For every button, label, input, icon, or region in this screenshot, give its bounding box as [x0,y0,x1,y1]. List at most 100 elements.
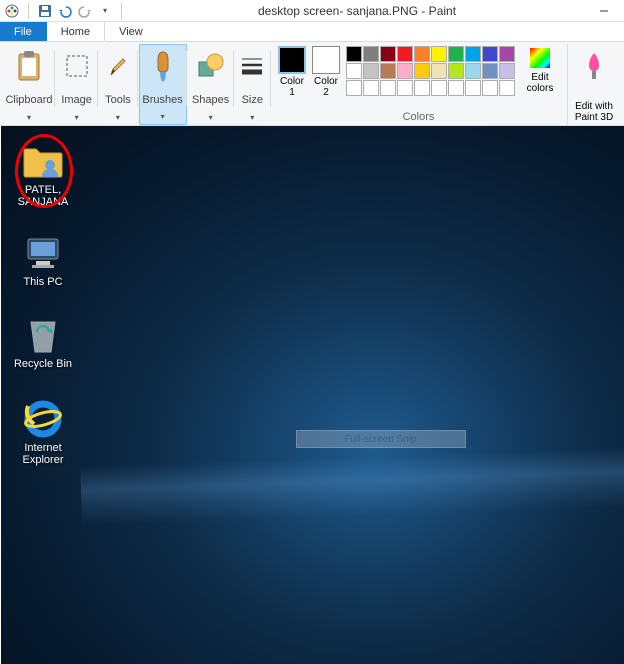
group-tools[interactable]: Tools ▾ [99,44,136,125]
group-image[interactable]: Image ▾ [56,44,97,125]
color-swatch[interactable] [346,63,362,79]
paint3d-label: Edit with Paint 3D [575,101,613,123]
rainbow-icon [528,46,552,70]
folder-user-icon [22,140,64,182]
chevron-down-icon: ▾ [144,112,182,122]
group-paint3d[interactable]: Edit with Paint 3D [567,44,620,125]
color-swatch[interactable] [363,63,379,79]
color-swatch[interactable] [363,80,379,96]
window-controls [584,0,624,22]
save-icon[interactable] [37,3,53,19]
color-swatch[interactable] [499,80,515,96]
color-swatch[interactable] [397,46,413,62]
snip-overlay: Full-screen Snip [296,430,466,448]
undo-icon[interactable] [57,3,73,19]
color-swatch[interactable] [346,80,362,96]
clipboard-icon [15,46,43,86]
computer-icon [22,232,64,274]
redo-icon[interactable] [77,3,93,19]
color-swatch[interactable] [380,46,396,62]
color-swatch[interactable] [482,63,498,79]
edit-colors-button[interactable]: Edit colors [521,46,559,94]
desktop-icon-label: This PC [5,276,81,288]
window-title: desktop screen- sanjana.PNG - Paint [130,4,584,18]
tools-label: Tools [105,92,131,108]
select-icon [64,46,90,86]
color-swatch[interactable] [414,46,430,62]
chevron-down-icon: ▾ [103,113,132,123]
desktop-icon-recycle-bin: Recycle Bin [5,314,81,370]
color-palette [346,46,515,96]
chevron-down-icon: ▾ [8,113,50,123]
title-bar: ▾ desktop screen- sanjana.PNG - Paint [0,0,624,22]
size-label: Size [242,92,263,108]
chevron-down-icon: ▾ [193,113,229,123]
color-swatch[interactable] [465,46,481,62]
color-swatch[interactable] [448,63,464,79]
color-swatch[interactable] [431,46,447,62]
color-swatch[interactable] [465,63,481,79]
color-swatch[interactable] [448,46,464,62]
brush-icon [148,47,178,87]
color1-label: Color 1 [280,74,304,98]
color-swatch[interactable] [397,63,413,79]
paint3d-icon [581,46,607,86]
desktop-image: PATEL, SANJANA This PC Recycle Bin Inter… [1,126,624,664]
color2-label: Color 2 [314,74,338,98]
color-swatch[interactable] [499,63,515,79]
qat-dropdown-icon[interactable]: ▾ [97,3,113,19]
recycle-bin-icon [22,314,64,356]
color-swatch[interactable] [448,80,464,96]
desktop-icon-label: PATEL, SANJANA [5,184,81,208]
desktop-icon-label: Recycle Bin [5,358,81,370]
qat-divider [28,3,29,19]
group-clipboard[interactable]: Clipboard ▾ [4,44,54,125]
chevron-down-icon: ▾ [239,113,266,123]
color1-swatch [278,46,306,74]
color-swatch[interactable] [414,63,430,79]
quick-access-toolbar: ▾ [0,3,130,19]
ribbon: Clipboard ▾ Image ▾ Tools ▾ Brushes ▾ Sh… [0,42,624,126]
brushes-label: Brushes [142,92,182,108]
color-swatch[interactable] [346,46,362,62]
desktop-icon-this-pc: This PC [5,232,81,288]
colors-group-label: Colors [403,109,435,123]
color-swatch[interactable] [380,80,396,96]
clipboard-label: Clipboard [5,92,52,108]
desktop-icon-user-folder: PATEL, SANJANA [5,140,81,208]
color-swatch[interactable] [482,80,498,96]
group-shapes[interactable]: Shapes ▾ [189,44,233,125]
canvas-area[interactable]: PATEL, SANJANA This PC Recycle Bin Inter… [0,126,624,664]
edit-colors-label: Edit colors [527,70,554,94]
color-swatch[interactable] [397,80,413,96]
group-size[interactable]: Size ▾ [235,44,270,125]
image-label: Image [61,92,92,108]
shapes-label: Shapes [192,92,229,108]
color-swatch[interactable] [414,80,430,96]
ie-icon [22,398,64,440]
light-streak [80,446,624,526]
desktop-icon-label: Internet Explorer [5,442,81,466]
color-swatch[interactable] [431,63,447,79]
color-swatch[interactable] [431,80,447,96]
chevron-down-icon: ▾ [60,113,93,123]
color2-button[interactable]: Color 2 [312,46,340,98]
pencil-icon [107,46,129,86]
ribbon-tabs: File Home View [0,22,624,42]
desktop-icon-ie: Internet Explorer [5,398,81,466]
color-swatch[interactable] [499,46,515,62]
group-colors: Color 1 Color 2 Edit colors Colors [272,44,565,125]
tab-file[interactable]: File [0,22,47,41]
color2-swatch [312,46,340,74]
color-swatch[interactable] [482,46,498,62]
color-swatch[interactable] [465,80,481,96]
tab-home[interactable]: Home [47,22,105,41]
paint-app-icon [4,3,20,19]
group-brushes[interactable]: Brushes ▾ [139,44,187,125]
color1-button[interactable]: Color 1 [278,46,306,98]
color-swatch[interactable] [380,63,396,79]
minimize-button[interactable] [584,0,624,22]
color-swatch[interactable] [363,46,379,62]
tab-view[interactable]: View [105,22,158,41]
qat-divider-2 [121,3,122,19]
